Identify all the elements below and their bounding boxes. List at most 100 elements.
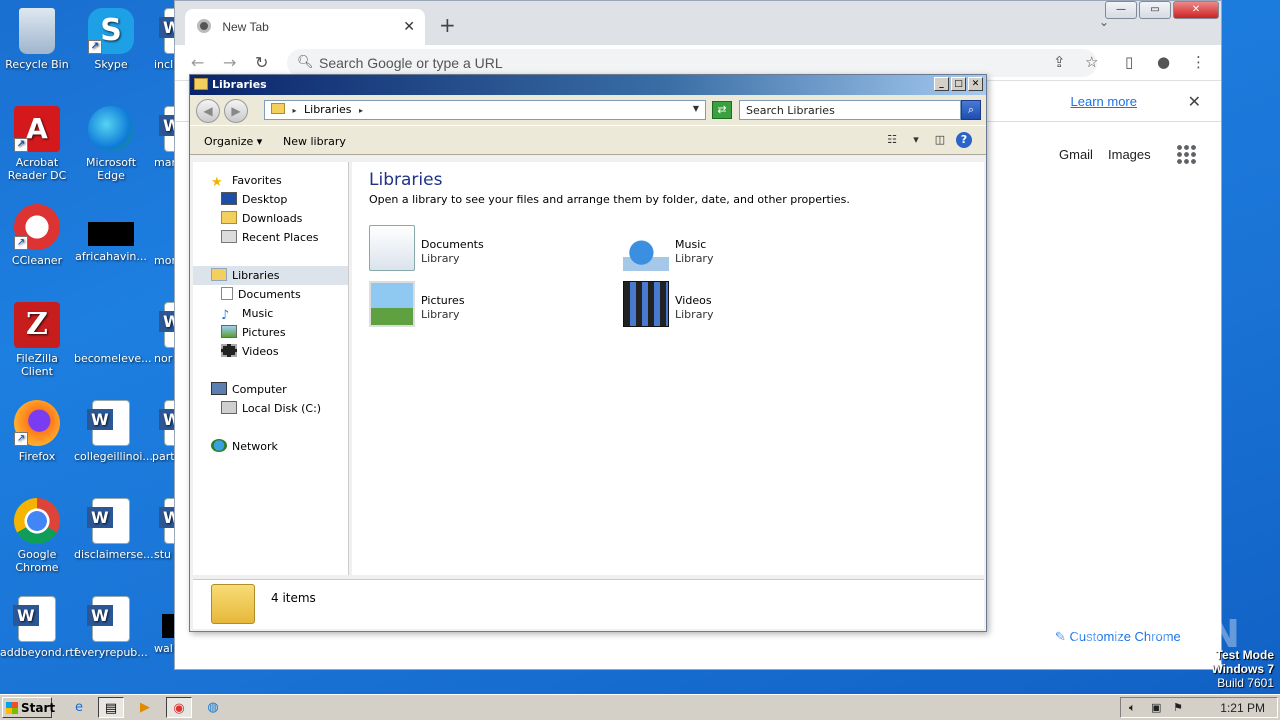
desktop-icon-mon[interactable]: mon: [148, 204, 176, 267]
desktop-icon-skype[interactable]: S ↗ Skype: [74, 8, 148, 71]
network-tray-icon[interactable]: ▣: [1151, 701, 1161, 714]
media-player-icon[interactable]: ▶: [132, 697, 158, 718]
refresh-button[interactable]: ⇄: [712, 101, 732, 119]
google-apps-icon[interactable]: [1176, 144, 1196, 164]
desktop-icon-collegeillinoi[interactable]: collegeillinoi...: [74, 400, 153, 463]
chrome-taskbar-icon[interactable]: ◉: [166, 697, 192, 718]
desktop-icon-edge[interactable]: Microsoft Edge: [74, 106, 148, 182]
bookmark-star-icon[interactable]: ☆: [1085, 53, 1098, 71]
desktop-icon-stu[interactable]: stu: [148, 498, 176, 561]
minimize-button[interactable]: —: [1105, 1, 1137, 19]
share-icon[interactable]: ⇪: [1053, 53, 1066, 71]
action-center-flag-icon[interactable]: ⚑: [1173, 701, 1183, 714]
nav-network[interactable]: Network: [211, 437, 278, 456]
search-input[interactable]: Search Libraries: [739, 100, 961, 120]
new-tab-button[interactable]: +: [439, 13, 456, 37]
organize-button[interactable]: Organize ▾: [204, 135, 262, 148]
content-pane: Libraries Open a library to see your fil…: [352, 162, 984, 575]
explorer-forward-button[interactable]: ▶: [224, 99, 248, 123]
desktop-icon-nor[interactable]: nor: [148, 302, 176, 365]
blank-file-icon: [88, 302, 134, 348]
ie-icon[interactable]: e: [66, 697, 92, 718]
explorer-back-button[interactable]: ◀: [196, 99, 220, 123]
desktop-icon-filezilla[interactable]: Z FileZilla Client: [0, 302, 74, 378]
explorer-taskbar-icon[interactable]: ▤: [98, 697, 124, 718]
library-videos[interactable]: Videos Library: [623, 281, 853, 331]
nav-downloads[interactable]: Downloads: [221, 209, 302, 228]
help-icon[interactable]: ?: [956, 132, 972, 148]
nav-label: Network: [232, 440, 278, 453]
clock[interactable]: 1:21 PM: [1220, 701, 1265, 715]
music-note-icon: ♪: [221, 308, 230, 323]
desktop-icon-part[interactable]: part: [148, 400, 176, 463]
search-placeholder: Search Libraries: [746, 104, 835, 117]
libraries-folder-icon: [194, 78, 208, 90]
page-description: Open a library to see your files and arr…: [369, 193, 850, 206]
explorer-close-button[interactable]: ✕: [968, 77, 983, 91]
gmail-link[interactable]: Gmail: [1059, 147, 1093, 162]
nav-favorites[interactable]: ★ Favorites: [211, 171, 282, 190]
downloads-icon: [221, 211, 237, 224]
desktop-icon-recycle-bin[interactable]: Recycle Bin: [0, 8, 74, 71]
library-music[interactable]: Music Library: [623, 225, 853, 275]
view-dropdown-icon[interactable]: ▾: [908, 132, 924, 148]
nav-pictures[interactable]: Pictures: [221, 323, 286, 342]
nav-documents[interactable]: Documents: [221, 285, 301, 304]
omnibox[interactable]: 🔍︎ Search Google or type a URL: [287, 49, 1097, 77]
word-doc-icon: [13, 596, 56, 642]
infobar-close-icon[interactable]: ✕: [1188, 92, 1201, 111]
learn-more-link[interactable]: Learn more: [1071, 94, 1137, 109]
volume-icon[interactable]: 🔈︎: [1129, 701, 1136, 715]
nav-recent-places[interactable]: Recent Places: [221, 228, 319, 247]
desktop-icon-chrome[interactable]: Google Chrome: [0, 498, 74, 574]
desktop-icon-firefox[interactable]: ↗ Firefox: [0, 400, 74, 463]
address-bar[interactable]: ▸ Libraries ▸ ▼: [264, 100, 706, 120]
start-button[interactable]: Start: [2, 697, 55, 718]
preview-pane-icon[interactable]: ◫: [932, 132, 948, 148]
profile-avatar-icon[interactable]: ●: [1157, 53, 1170, 71]
nav-computer[interactable]: Computer: [211, 380, 287, 399]
forward-arrow-icon[interactable]: →: [223, 53, 236, 72]
desktop-icon-incl[interactable]: incl: [148, 8, 176, 71]
library-pictures[interactable]: Pictures Library: [369, 281, 599, 331]
menu-kebab-icon[interactable]: ⋮: [1191, 53, 1206, 71]
new-library-button[interactable]: New library: [283, 135, 346, 148]
desktop-icon-marg[interactable]: marg: [148, 106, 176, 169]
search-go-icon[interactable]: ⌕: [961, 100, 981, 120]
breadcrumb[interactable]: Libraries: [304, 103, 352, 116]
change-view-icon[interactable]: ☷: [884, 132, 900, 148]
address-dropdown-icon[interactable]: ▼: [693, 104, 699, 113]
chrome-icon: [14, 498, 60, 544]
disk-drive-icon: [221, 401, 237, 414]
edge-taskbar-icon[interactable]: ◍: [200, 697, 226, 718]
ccleaner-icon: ↗: [14, 204, 60, 250]
desktop-icon-africahavin[interactable]: africahavin...: [74, 204, 148, 263]
maximize-button[interactable]: ▭: [1139, 1, 1171, 19]
close-button[interactable]: ✕: [1173, 1, 1219, 19]
tab-close-icon[interactable]: ✕: [403, 18, 415, 35]
explorer-minimize-button[interactable]: _: [934, 77, 949, 91]
nav-music[interactable]: ♪ Music: [221, 304, 273, 323]
explorer-window: Libraries _ □ ✕ ◀ ▶ ▸ Libraries ▸ ▼ ⇄ Se…: [189, 74, 987, 632]
breadcrumb-arrow-icon[interactable]: ▸: [293, 106, 297, 115]
explorer-maximize-button[interactable]: □: [951, 77, 966, 91]
nav-local-disk[interactable]: Local Disk (C:): [221, 399, 321, 418]
images-link[interactable]: Images: [1108, 147, 1151, 162]
desktop-icon-everyrepub[interactable]: everyrepub...: [74, 596, 148, 659]
nav-videos[interactable]: Videos: [221, 342, 279, 361]
desktop-icon-disclaimerse[interactable]: disclaimerse...: [74, 498, 154, 561]
nav-desktop[interactable]: Desktop: [221, 190, 287, 209]
desktop-icon-wal[interactable]: wal: [148, 596, 176, 655]
library-documents[interactable]: Documents Library: [369, 225, 599, 275]
desktop-icon-acrobat[interactable]: A ↗ Acrobat Reader DC: [0, 106, 74, 182]
desktop-icon-addbeyond[interactable]: addbeyond.rtf: [0, 596, 78, 659]
explorer-titlebar[interactable]: Libraries _ □ ✕: [190, 75, 986, 95]
side-panel-icon[interactable]: ▯: [1125, 53, 1133, 71]
desktop-icon-becomeleve[interactable]: becomeleve...: [74, 302, 152, 365]
breadcrumb-arrow-icon[interactable]: ▸: [359, 106, 363, 115]
nav-libraries[interactable]: Libraries: [193, 266, 348, 285]
back-arrow-icon[interactable]: ←: [191, 53, 204, 72]
tab-new-tab[interactable]: New Tab ✕: [185, 9, 425, 45]
desktop-icon-ccleaner[interactable]: ↗ CCleaner: [0, 204, 74, 267]
reload-icon[interactable]: ↻: [255, 53, 268, 72]
